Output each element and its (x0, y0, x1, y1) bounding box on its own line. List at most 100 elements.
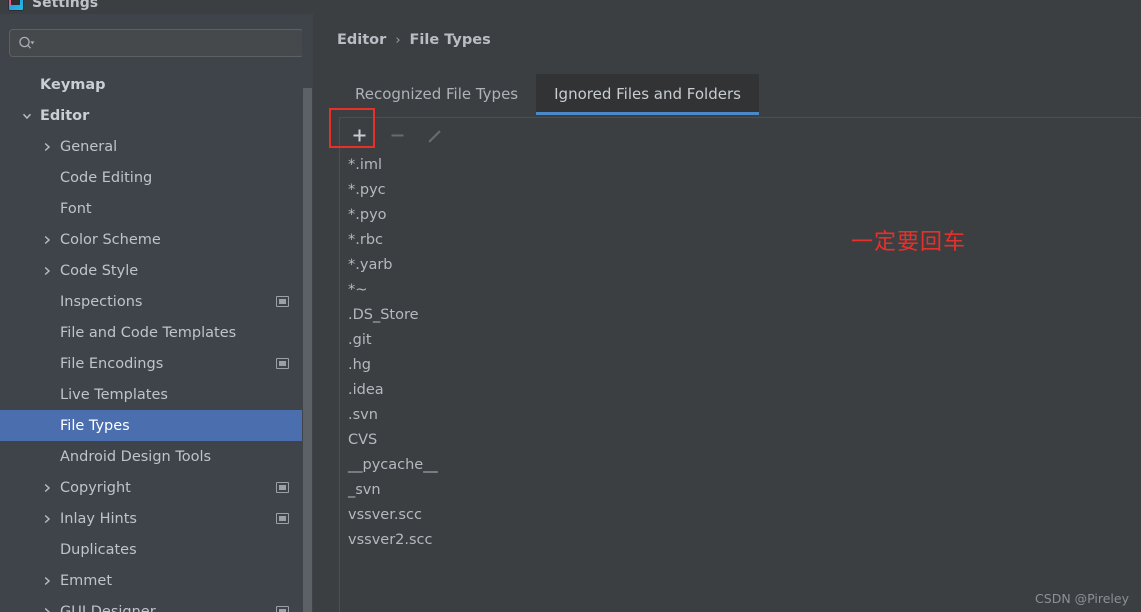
list-item[interactable]: *.pyo (340, 203, 1141, 228)
sidebar-item-file-encodings[interactable]: File Encodings (0, 348, 313, 379)
sidebar-item-live-templates[interactable]: Live Templates (0, 379, 313, 410)
tree-no-twisty (40, 450, 54, 464)
sidebar-item-copyright[interactable]: Copyright (0, 472, 313, 503)
tree-no-twisty (40, 171, 54, 185)
sidebar-item-label: File Encodings (60, 355, 164, 372)
list-item[interactable]: _svn (340, 478, 1141, 503)
tab-recognized-file-types[interactable]: Recognized File Types (337, 74, 536, 115)
ignored-files-panel: *.iml *.pyc *.pyo *.rbc *.yarb *~ .DS_Store .gi… (329, 107, 1141, 612)
tree-no-twisty (40, 388, 54, 402)
sidebar-item-label: General (60, 138, 118, 155)
tree-no-twisty (40, 357, 54, 371)
tree-no-twisty (40, 326, 54, 340)
plus-icon (353, 129, 365, 142)
breadcrumb: Editor › File Types (337, 32, 491, 48)
chevron-right-icon[interactable] (40, 264, 54, 278)
add-button[interactable] (329, 107, 378, 153)
sidebar-item-file-types[interactable]: File Types (0, 410, 313, 441)
sidebar-item-label: Emmet (60, 572, 113, 589)
list-item[interactable]: *.iml (340, 153, 1141, 178)
chevron-right-icon[interactable] (40, 140, 54, 154)
list-item[interactable]: *.rbc (340, 228, 1141, 253)
list-item[interactable]: .DS_Store (340, 303, 1141, 328)
sidebar-item-label: Code Editing (60, 169, 153, 186)
sidebar-item-editor[interactable]: Editor (0, 100, 313, 131)
list-item[interactable]: .hg (340, 353, 1141, 378)
sidebar-item-label: Copyright (60, 479, 131, 496)
tree-no-twisty (40, 202, 54, 216)
minus-icon (391, 134, 403, 137)
sidebar-scrollbar-track[interactable] (302, 14, 313, 612)
sidebar-item-label: File Types (60, 417, 130, 434)
sidebar-scrollbar-thumb[interactable] (303, 88, 312, 612)
sidebar-item-label: Duplicates (60, 541, 137, 558)
search-icon (18, 36, 35, 50)
sidebar-item-code-style[interactable]: Code Style (0, 255, 313, 286)
sidebar-item-label: GUI Designer (60, 603, 156, 612)
sidebar-item-android-design-tools[interactable]: Android Design Tools (0, 441, 313, 472)
watermark: CSDN @Pireley (1035, 591, 1129, 606)
breadcrumb-root[interactable]: Editor (337, 32, 386, 48)
chevron-right-icon[interactable] (40, 574, 54, 588)
sidebar-item-label: Code Style (60, 262, 139, 279)
search-input[interactable] (35, 35, 303, 51)
tab-bar: Recognized File Types Ignored Files and F… (337, 74, 759, 115)
tree-no-twisty (40, 295, 54, 309)
chevron-right-icon[interactable] (40, 233, 54, 247)
tab-ignored-files-and-folders[interactable]: Ignored Files and Folders (536, 74, 759, 115)
project-scope-icon (276, 606, 289, 612)
sidebar-item-keymap[interactable]: Keymap (0, 69, 313, 100)
sidebar-item-inlay-hints[interactable]: Inlay Hints (0, 503, 313, 534)
chevron-right-icon[interactable] (40, 605, 54, 612)
list-item[interactable]: CVS (340, 428, 1141, 453)
annotation-text: 一定要回车 (851, 230, 967, 255)
list-item[interactable]: .idea (340, 378, 1141, 403)
window-title: Settings (32, 0, 99, 11)
list-item[interactable]: *.pyc (340, 178, 1141, 203)
sidebar-item-label: Inspections (60, 293, 143, 310)
list-item[interactable]: .svn (340, 403, 1141, 428)
settings-tree: Keymap Editor General Code Editing Font Color… (0, 69, 313, 612)
sidebar-item-label: Editor (40, 107, 90, 124)
sidebar-item-color-scheme[interactable]: Color Scheme (0, 224, 313, 255)
project-scope-icon (276, 482, 289, 493)
sidebar-item-inspections[interactable]: Inspections (0, 286, 313, 317)
pencil-icon (428, 129, 441, 142)
sidebar-item-label: File and Code Templates (60, 324, 237, 341)
breadcrumb-separator-icon: › (395, 32, 401, 48)
list-item[interactable]: vssver.scc (340, 503, 1141, 528)
list-item[interactable]: *~ (340, 278, 1141, 303)
list-item[interactable]: __pycache__ (340, 453, 1141, 478)
sidebar-item-file-and-code-templates[interactable]: File and Code Templates (0, 317, 313, 348)
sidebar-item-emmet[interactable]: Emmet (0, 565, 313, 596)
list-item[interactable]: *.yarb (340, 253, 1141, 278)
settings-window: Settings Keymap Editor General Code Editing… (0, 0, 1141, 612)
remove-button[interactable] (378, 119, 416, 153)
edit-button[interactable] (416, 119, 454, 153)
ignored-files-list[interactable]: *.iml *.pyc *.pyo *.rbc *.yarb *~ .DS_Store .gi… (339, 153, 1141, 612)
sidebar-item-general[interactable]: General (0, 131, 313, 162)
chevron-right-icon[interactable] (40, 481, 54, 495)
sidebar-item-label: Font (60, 200, 92, 217)
tree-no-twisty (20, 78, 34, 92)
sidebar-item-gui-designer[interactable]: GUI Designer (0, 596, 313, 612)
project-scope-icon (276, 513, 289, 524)
settings-main-panel: Editor › File Types Recognized File Type… (313, 14, 1141, 612)
list-item[interactable]: vssver2.scc (340, 528, 1141, 553)
sidebar-item-label: Android Design Tools (60, 448, 212, 465)
sidebar-item-label: Color Scheme (60, 231, 161, 248)
sidebar-item-font[interactable]: Font (0, 193, 313, 224)
settings-app-icon (8, 0, 24, 11)
sidebar-item-label: Keymap (40, 76, 106, 93)
chevron-down-icon[interactable] (20, 109, 34, 123)
search-box[interactable] (9, 29, 304, 57)
list-item[interactable]: .git (340, 328, 1141, 353)
breadcrumb-current: File Types (409, 32, 491, 48)
title-bar: Settings (0, 0, 1141, 14)
sidebar-item-label: Live Templates (60, 386, 168, 403)
tree-no-twisty (40, 543, 54, 557)
sidebar-item-label: Inlay Hints (60, 510, 137, 527)
sidebar-item-code-editing[interactable]: Code Editing (0, 162, 313, 193)
sidebar-item-duplicates[interactable]: Duplicates (0, 534, 313, 565)
chevron-right-icon[interactable] (40, 512, 54, 526)
